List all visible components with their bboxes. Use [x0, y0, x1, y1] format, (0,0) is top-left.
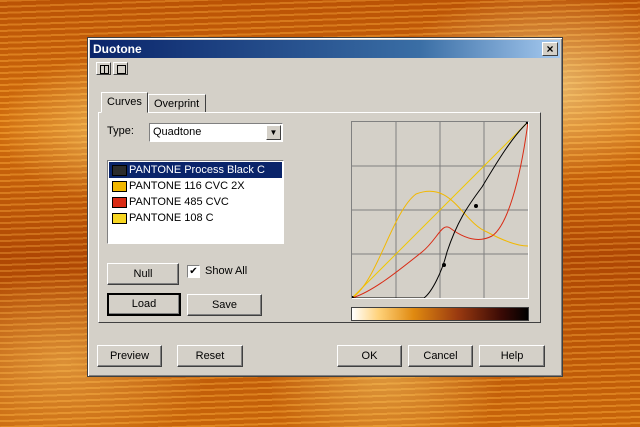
curve-graph[interactable] [350, 119, 531, 300]
ink-label: PANTONE 485 CVC [129, 196, 229, 208]
list-item-ink-black[interactable]: PANTONE Process Black C [109, 162, 282, 178]
null-button-label: Null [133, 268, 153, 280]
reset-button[interactable]: Reset [177, 345, 243, 367]
color-ramp [351, 307, 529, 321]
ink-label: PANTONE 108 C [129, 212, 214, 224]
title-bar[interactable]: Duotone × [90, 40, 560, 58]
preview-button[interactable]: Preview [97, 345, 162, 367]
help-button[interactable]: Help [479, 345, 545, 367]
type-select[interactable]: Quadtone ▼ [149, 123, 283, 142]
ink-label: PANTONE 116 CVC 2X [129, 180, 245, 192]
list-item-ink-485[interactable]: PANTONE 485 CVC [109, 194, 282, 210]
tab-overprint[interactable]: Overprint [148, 94, 206, 113]
load-button[interactable]: Load [107, 293, 181, 316]
ok-button-label: OK [361, 350, 378, 362]
split-view-icon [100, 65, 109, 74]
tab-curves-label: Curves [107, 96, 142, 108]
ink-swatch [112, 181, 127, 192]
show-all-label: Show All [205, 265, 248, 277]
close-button[interactable]: × [542, 42, 558, 56]
ink-swatch [112, 165, 127, 176]
cancel-button-label: Cancel [423, 350, 458, 362]
list-item-ink-116[interactable]: PANTONE 116 CVC 2X [109, 178, 282, 194]
save-button[interactable]: Save [187, 294, 262, 316]
single-view-icon [117, 65, 126, 74]
tab-overprint-label: Overprint [154, 98, 200, 110]
curve-graph-svg[interactable] [350, 119, 531, 300]
type-select-value: Quadtone [153, 126, 202, 138]
ink-list[interactable]: PANTONE Process Black C PANTONE 116 CVC … [107, 160, 284, 244]
mini-toolbar [96, 62, 130, 78]
dialog-title: Duotone [93, 42, 142, 56]
duotone-dialog: Duotone × Curves Overprint Type: Quadton… [87, 37, 563, 377]
curves-panel: Type: Quadtone ▼ PANTONE Process Black C… [98, 112, 541, 323]
reset-button-label: Reset [195, 350, 225, 362]
type-label: Type: [107, 125, 134, 137]
single-view-button[interactable] [113, 62, 128, 75]
split-view-button[interactable] [96, 62, 111, 75]
checkmark-icon: ✔ [189, 266, 198, 277]
load-button-label: Load [131, 298, 157, 310]
ink-label: PANTONE Process Black C [129, 164, 265, 176]
ok-button[interactable]: OK [337, 345, 402, 367]
ink-swatch [112, 213, 127, 224]
list-item-ink-108[interactable]: PANTONE 108 C [109, 210, 282, 226]
help-button-label: Help [500, 350, 524, 362]
close-icon: × [546, 42, 554, 56]
cancel-button[interactable]: Cancel [408, 345, 473, 367]
preview-button-label: Preview [109, 350, 150, 362]
chevron-down-icon[interactable]: ▼ [266, 125, 281, 140]
tab-curves[interactable]: Curves [101, 92, 148, 113]
show-all-checkbox[interactable]: ✔ [187, 265, 200, 278]
null-button[interactable]: Null [107, 263, 179, 285]
save-button-label: Save [211, 299, 238, 311]
ink-swatch [112, 197, 127, 208]
